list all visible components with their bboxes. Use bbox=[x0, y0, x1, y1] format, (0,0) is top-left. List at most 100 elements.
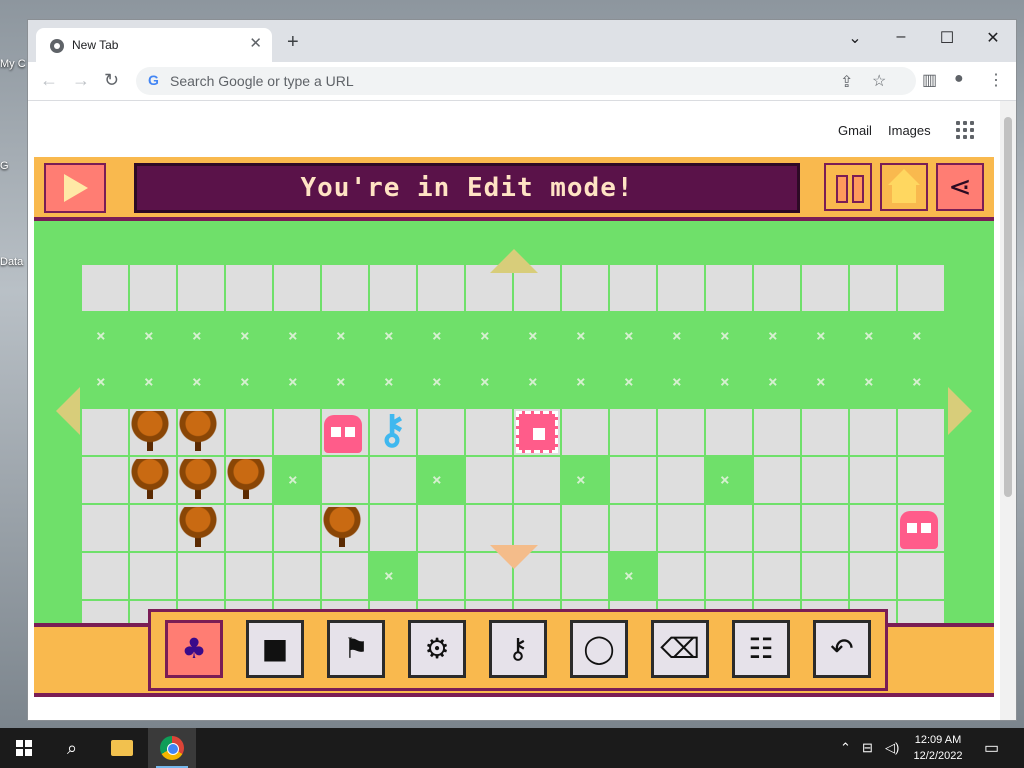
floor-tile[interactable] bbox=[754, 505, 800, 551]
desktop-icon-data[interactable]: Data bbox=[0, 256, 30, 268]
share-icon[interactable]: ⋖ bbox=[936, 163, 984, 211]
new-tab-button[interactable]: + bbox=[287, 32, 299, 52]
google-apps-icon[interactable] bbox=[956, 121, 974, 139]
floor-tile[interactable] bbox=[754, 457, 800, 503]
tree-sprite[interactable] bbox=[226, 459, 266, 501]
floor-tile[interactable] bbox=[802, 409, 848, 455]
tree-sprite[interactable] bbox=[178, 507, 218, 549]
file-explorer-icon[interactable] bbox=[98, 728, 146, 768]
profile-avatar-icon[interactable]: ● bbox=[954, 70, 964, 88]
desktop-icon-my-computer[interactable]: My C bbox=[0, 58, 30, 70]
key-tool-button[interactable]: ⚷ bbox=[489, 620, 547, 678]
grass-tile[interactable]: × bbox=[274, 457, 320, 503]
floor-tile[interactable] bbox=[706, 505, 752, 551]
floor-tile[interactable] bbox=[562, 265, 608, 311]
undo-tool-button[interactable]: ↶ bbox=[813, 620, 871, 678]
floor-tile[interactable] bbox=[82, 457, 128, 503]
floor-tile[interactable] bbox=[178, 553, 224, 599]
floor-tile[interactable] bbox=[466, 457, 512, 503]
home-icon[interactable] bbox=[880, 163, 928, 211]
floor-tile[interactable] bbox=[754, 265, 800, 311]
floor-tile[interactable] bbox=[418, 265, 464, 311]
floor-tile[interactable] bbox=[274, 409, 320, 455]
floor-tile[interactable] bbox=[706, 409, 752, 455]
floor-tile[interactable] bbox=[82, 409, 128, 455]
maximize-button[interactable]: ☐ bbox=[924, 28, 970, 48]
floor-tile[interactable] bbox=[322, 265, 368, 311]
grass-tile[interactable]: × bbox=[370, 553, 416, 599]
pause-icon[interactable] bbox=[824, 163, 872, 211]
floor-tile[interactable] bbox=[370, 457, 416, 503]
images-link[interactable]: Images bbox=[888, 123, 931, 138]
tree-tool-button[interactable]: ♣ bbox=[165, 620, 223, 678]
show-hidden-icons-icon[interactable]: ⌃ bbox=[840, 740, 851, 756]
side-panel-icon[interactable]: ▥ bbox=[922, 70, 937, 90]
floor-tile[interactable] bbox=[178, 265, 224, 311]
floor-tile[interactable] bbox=[802, 505, 848, 551]
goal-icon[interactable] bbox=[516, 411, 558, 453]
floor-tile[interactable] bbox=[82, 553, 128, 599]
network-icon[interactable]: ⊟ bbox=[862, 740, 873, 756]
eraser-tool-button[interactable]: ⌫ bbox=[651, 620, 709, 678]
floor-tile[interactable] bbox=[130, 553, 176, 599]
game-canvas[interactable]: You're in Edit mode! ⋖ × × × × × × × × × × × × × × × × ×… bbox=[34, 157, 994, 697]
floor-tile[interactable] bbox=[322, 553, 368, 599]
scroll-down-arrow-icon[interactable] bbox=[490, 545, 538, 569]
floor-tile[interactable] bbox=[466, 409, 512, 455]
floor-tile[interactable] bbox=[226, 409, 272, 455]
floor-tile[interactable] bbox=[850, 409, 896, 455]
tree-sprite[interactable] bbox=[178, 459, 218, 501]
circle-tool-button[interactable]: ◯ bbox=[570, 620, 628, 678]
start-button[interactable] bbox=[0, 728, 48, 768]
floor-tile[interactable] bbox=[850, 505, 896, 551]
floor-tile[interactable] bbox=[850, 553, 896, 599]
back-button[interactable]: ← bbox=[40, 70, 58, 91]
desktop-icon-chrome[interactable]: G bbox=[0, 160, 30, 172]
volume-icon[interactable]: ◁) bbox=[885, 740, 899, 756]
tree-sprite[interactable] bbox=[178, 411, 218, 453]
search-icon[interactable]: ⌕ bbox=[48, 728, 96, 768]
floor-tile[interactable] bbox=[658, 265, 704, 311]
floor-tile[interactable] bbox=[322, 457, 368, 503]
floor-tile[interactable] bbox=[754, 409, 800, 455]
tab-search-icon[interactable]: ⌄ bbox=[832, 28, 878, 48]
scroll-left-arrow-icon[interactable] bbox=[56, 387, 80, 435]
settings-tool-button[interactable]: ☷ bbox=[732, 620, 790, 678]
floor-tile[interactable] bbox=[898, 553, 944, 599]
floor-tile[interactable] bbox=[274, 553, 320, 599]
floor-tile[interactable] bbox=[802, 457, 848, 503]
floor-tile[interactable] bbox=[898, 457, 944, 503]
reload-button[interactable]: ↻ bbox=[104, 70, 119, 91]
floor-tile[interactable] bbox=[802, 553, 848, 599]
page-scrollbar[interactable] bbox=[1000, 101, 1016, 720]
flag-tool-button[interactable]: ⚑ bbox=[327, 620, 385, 678]
play-icon[interactable] bbox=[44, 163, 106, 213]
grass-tile[interactable]: × bbox=[418, 457, 464, 503]
tree-sprite[interactable] bbox=[130, 411, 170, 453]
key-icon[interactable]: ⚷ bbox=[372, 409, 412, 451]
bookmark-star-icon[interactable]: ☆ bbox=[872, 71, 886, 91]
floor-tile[interactable] bbox=[370, 505, 416, 551]
scroll-up-arrow-icon[interactable] bbox=[490, 249, 538, 273]
floor-tile[interactable] bbox=[562, 505, 608, 551]
wall-tool-button[interactable]: ■ bbox=[246, 620, 304, 678]
floor-tile[interactable] bbox=[82, 505, 128, 551]
floor-tile[interactable] bbox=[418, 505, 464, 551]
floor-tile[interactable] bbox=[274, 265, 320, 311]
floor-tile[interactable] bbox=[226, 265, 272, 311]
floor-tile[interactable] bbox=[610, 457, 656, 503]
gmail-link[interactable]: Gmail bbox=[838, 123, 872, 138]
tree-sprite[interactable] bbox=[322, 507, 362, 549]
grass-tile[interactable]: × bbox=[706, 457, 752, 503]
floor-tile[interactable] bbox=[226, 553, 272, 599]
floor-tile[interactable] bbox=[658, 505, 704, 551]
floor-tile[interactable] bbox=[898, 409, 944, 455]
floor-tile[interactable] bbox=[850, 265, 896, 311]
floor-tile[interactable] bbox=[130, 265, 176, 311]
menu-kebab-icon[interactable]: ⋮ bbox=[988, 70, 1004, 90]
floor-tile[interactable] bbox=[226, 505, 272, 551]
floor-tile[interactable] bbox=[274, 505, 320, 551]
forward-button[interactable]: → bbox=[72, 70, 90, 91]
floor-tile[interactable] bbox=[418, 409, 464, 455]
floor-tile[interactable] bbox=[370, 265, 416, 311]
